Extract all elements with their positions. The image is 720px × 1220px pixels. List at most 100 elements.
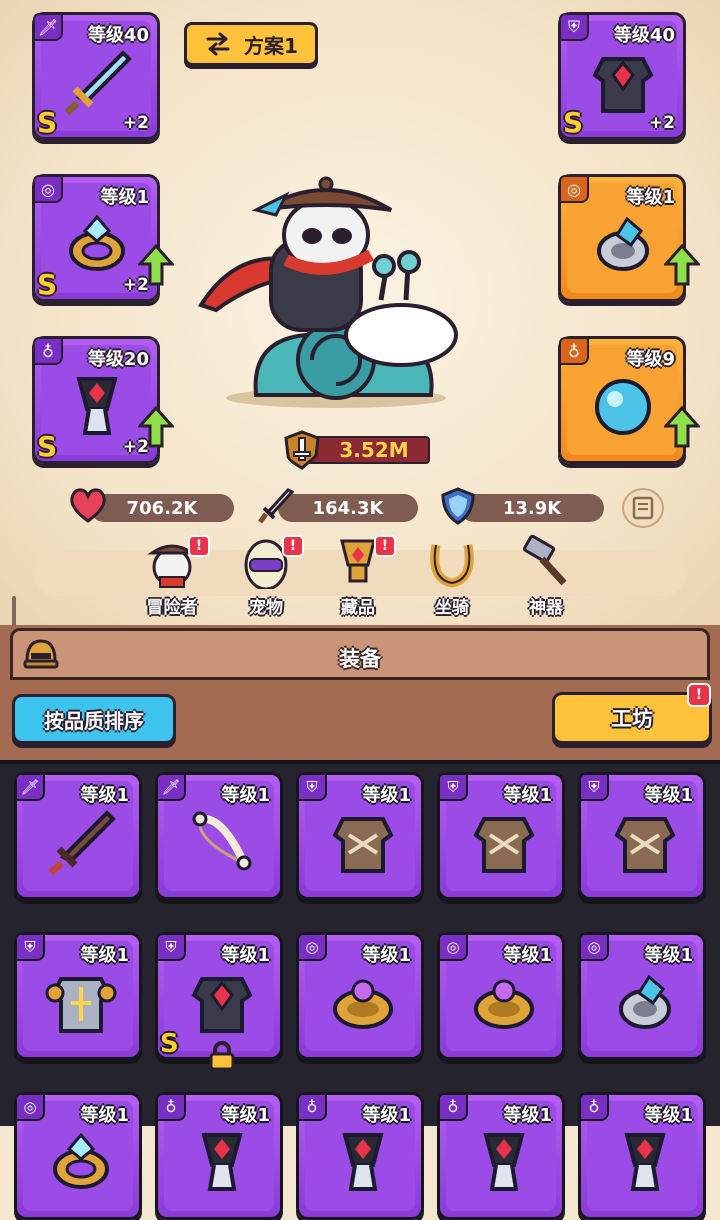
item-type-icon: ◎: [438, 933, 468, 961]
item-level: 等级1: [80, 945, 129, 966]
inventory-item-gold-ring[interactable]: ◎ 等级1: [296, 932, 424, 1060]
slot-bonus: +2: [648, 113, 675, 133]
item-level: 等级1: [80, 1105, 129, 1126]
slot-level: 等级40: [87, 25, 149, 46]
item-level: 等级1: [644, 785, 693, 806]
inventory-item-fur-armor[interactable]: ⛨ 等级1: [437, 772, 565, 900]
fur-armor-icon: [332, 817, 394, 873]
inventory-item-ring[interactable]: ◎ 等级1: [14, 1092, 142, 1220]
slot-rank: S: [563, 106, 584, 139]
inventory-item-gold-ring[interactable]: ◎ 等级1: [437, 932, 565, 1060]
slot-type-icon: ♁: [559, 337, 589, 365]
bone-bow-icon: [192, 811, 252, 871]
nav-alert-badge: !: [282, 535, 304, 557]
nav-alert-badge: !: [374, 535, 396, 557]
inventory-item-amulet[interactable]: ♁ 等级1: [155, 1092, 283, 1220]
power-shield-icon: [284, 430, 320, 470]
wood-sword-icon: [48, 810, 116, 876]
slot-type-icon: ◎: [33, 175, 63, 203]
item-level: 等级1: [362, 945, 411, 966]
item-level: 等级1: [503, 1105, 552, 1126]
swap-icon: [206, 32, 230, 56]
inventory-item-ring-blue[interactable]: ◎ 等级1: [578, 932, 706, 1060]
item-type-icon: 🗡: [156, 773, 186, 801]
item-level: 等级1: [644, 1105, 693, 1126]
equipment-slot-sword[interactable]: 🗡 等级40 +2 S: [32, 12, 160, 140]
nav-collection[interactable]: 藏品 !: [318, 535, 398, 618]
ring-blue-icon: [597, 216, 649, 271]
steel-armor-icon: [45, 977, 117, 1033]
upgrade-arrow-icon: [138, 244, 174, 286]
inventory-item-fur-armor[interactable]: ⛨ 等级1: [578, 772, 706, 900]
nav-label: 宠物: [249, 598, 283, 618]
inventory-item-wood-sword[interactable]: 🗡 等级1: [14, 772, 142, 900]
slot-type-icon: ⛨: [559, 13, 589, 41]
item-type-icon: ♁: [297, 1093, 327, 1121]
equipment-slot-armor[interactable]: ⛨ 等级40 +2 S: [558, 12, 686, 140]
nav-label: 藏品: [341, 598, 375, 618]
slot-level: 等级1: [626, 187, 675, 208]
item-level: 等级1: [80, 785, 129, 806]
gold-ring-icon: [333, 979, 393, 1029]
armor-icon: [191, 977, 253, 1033]
fur-armor-icon: [614, 817, 676, 873]
item-rank: S: [160, 1029, 179, 1059]
inventory-item-fur-armor[interactable]: ⛨ 等级1: [296, 772, 424, 900]
plan-switch-button[interactable]: 方案1: [184, 22, 318, 66]
orb-icon: [595, 379, 651, 435]
slot-rank: S: [37, 430, 58, 463]
lock-icon: [209, 1041, 235, 1071]
item-type-icon: ⛨: [579, 773, 609, 801]
item-type-icon: ◎: [579, 933, 609, 961]
slot-type-icon: 🗡: [33, 13, 63, 41]
inventory-item-steel-armor[interactable]: ⛨ 等级1: [14, 932, 142, 1060]
item-level: 等级1: [221, 785, 270, 806]
item-level: 等级1: [503, 945, 552, 966]
nav-label: 冒险者: [146, 598, 198, 618]
inventory-item-amulet[interactable]: ♁ 等级1: [296, 1092, 424, 1220]
amulet-icon: [201, 1133, 243, 1191]
nav-adventurer[interactable]: 冒险者 !: [132, 535, 212, 618]
nav-mount[interactable]: 坐骑: [412, 535, 492, 618]
sword-icon: [258, 488, 295, 524]
upgrade-arrow-icon: [138, 406, 174, 448]
document-icon: [632, 496, 654, 520]
nav-alert-badge: !: [188, 535, 210, 557]
slot-level: 等级40: [613, 25, 675, 46]
panel-title: 装备: [339, 647, 381, 671]
stats-detail-button[interactable]: [622, 488, 664, 528]
ring-icon: [53, 1132, 109, 1189]
inventory-item-amulet[interactable]: ♁ 等级1: [578, 1092, 706, 1220]
slot-type-icon: ◎: [559, 175, 589, 203]
nav-artifact[interactable]: 神器: [506, 535, 586, 618]
plan-label: 方案1: [244, 33, 298, 58]
item-type-icon: ♁: [156, 1093, 186, 1121]
upgrade-arrow-icon: [664, 244, 700, 286]
item-type-icon: ♁: [438, 1093, 468, 1121]
item-type-icon: ♁: [579, 1093, 609, 1121]
item-type-icon: ⛨: [297, 773, 327, 801]
item-type-icon: 🗡: [15, 773, 45, 801]
amulet-icon: [483, 1133, 525, 1191]
nav-label: 坐骑: [435, 598, 469, 618]
amulet-icon: [76, 377, 118, 435]
nav-pet[interactable]: 宠物 !: [226, 535, 306, 618]
slot-level: 等级20: [87, 349, 149, 370]
upgrade-arrow-icon: [664, 406, 700, 448]
amulet-icon: [342, 1133, 384, 1191]
item-level: 等级1: [644, 945, 693, 966]
inventory-item-amulet[interactable]: ♁ 等级1: [437, 1092, 565, 1220]
workshop-button[interactable]: 工坊 !: [552, 683, 712, 744]
sword-icon: [64, 50, 132, 116]
item-type-icon: ⛨: [15, 933, 45, 961]
item-level: 等级1: [221, 945, 270, 966]
nav-label: 神器: [529, 598, 563, 618]
shield-icon: [441, 487, 475, 525]
hero-on-snail-icon: [197, 176, 458, 408]
sort-by-quality-button[interactable]: 按品质排序: [12, 694, 176, 744]
item-type-icon: ⛨: [156, 933, 186, 961]
inventory-item-bone-bow[interactable]: 🗡 等级1: [155, 772, 283, 900]
item-type-icon: ◎: [297, 933, 327, 961]
inventory-item-armor[interactable]: ⛨ 等级1 S: [155, 932, 283, 1071]
horseshoe-icon: [430, 544, 474, 588]
